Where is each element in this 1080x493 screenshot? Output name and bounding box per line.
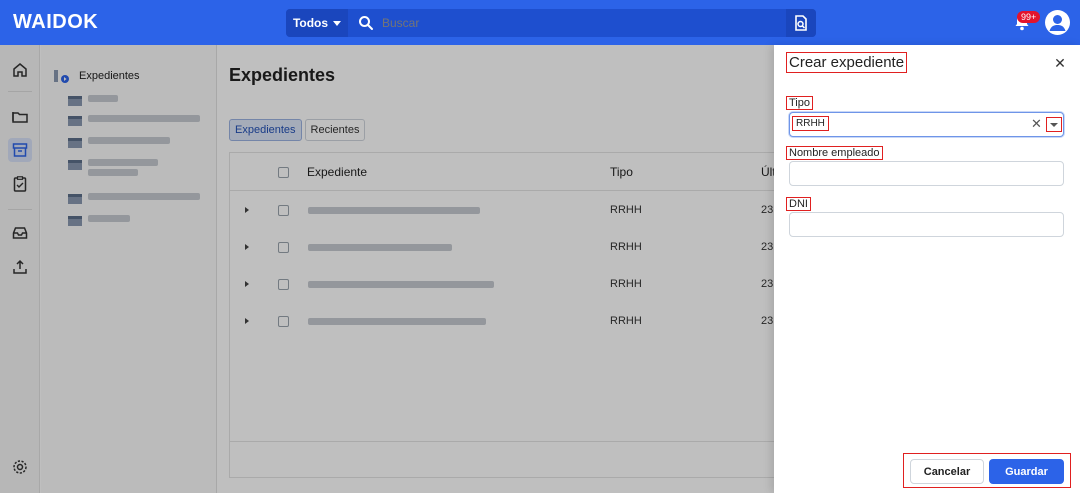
chevron-down-icon — [333, 20, 342, 26]
drawer-title: Crear expediente — [785, 52, 908, 73]
tipo-label: Tipo — [786, 96, 813, 110]
dni-label: DNI — [786, 197, 811, 211]
search-bar: Todos — [286, 9, 816, 37]
top-bar: WAIDOK Todos 99+ — [0, 0, 1080, 45]
modal-backdrop[interactable] — [0, 45, 774, 493]
search-input[interactable] — [382, 14, 762, 32]
advanced-search-button[interactable] — [786, 9, 816, 37]
search-icon — [359, 16, 373, 30]
document-search-icon — [795, 15, 807, 31]
search-scope-label: Todos — [292, 16, 329, 30]
chevron-down-icon — [1050, 122, 1058, 127]
tipo-dropdown-toggle[interactable] — [1046, 117, 1062, 132]
close-icon[interactable]: ✕ — [1054, 56, 1066, 70]
nombre-empleado-input[interactable] — [789, 161, 1064, 186]
tipo-value: RRHH — [792, 116, 829, 131]
create-expediente-drawer: Crear expediente ✕ Tipo RRHH ✕ Nombre em… — [774, 45, 1080, 493]
cancel-button[interactable]: Cancelar — [910, 459, 984, 484]
tipo-select[interactable]: RRHH ✕ — [789, 112, 1064, 137]
user-avatar[interactable] — [1045, 10, 1070, 35]
app-logo[interactable]: WAIDOK — [13, 11, 98, 34]
search-scope-dropdown[interactable]: Todos — [286, 9, 348, 37]
notifications-badge: 99+ — [1017, 11, 1041, 23]
dni-input[interactable] — [789, 212, 1064, 237]
nombre-empleado-label: Nombre empleado — [786, 146, 883, 160]
clear-icon[interactable]: ✕ — [1031, 117, 1042, 131]
drawer-actions: Cancelar Guardar — [903, 453, 1071, 488]
save-button[interactable]: Guardar — [989, 459, 1064, 484]
user-icon — [1049, 15, 1066, 31]
